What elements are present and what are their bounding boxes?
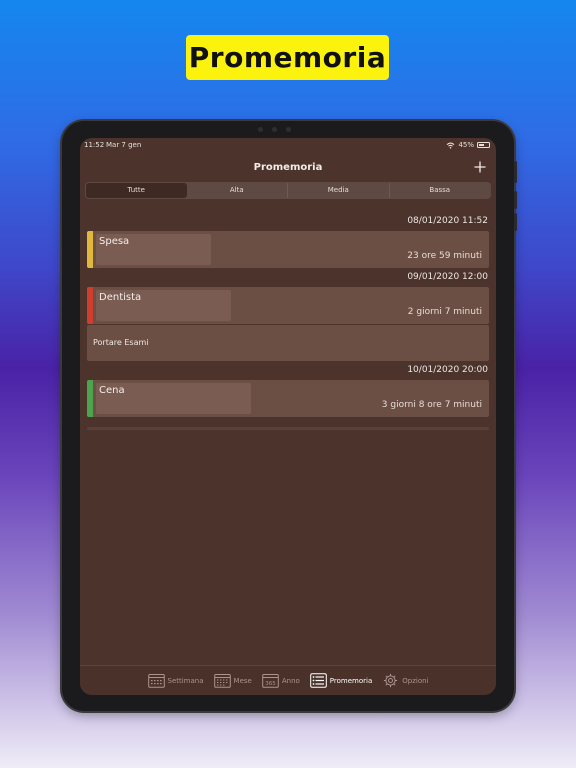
calendar-365-icon: 365 [262, 674, 279, 688]
tab-label: Opzioni [402, 676, 429, 685]
reminder-remaining-time: 2 giorni 7 minuti [407, 307, 482, 317]
status-time: 11:52 [84, 141, 105, 149]
reminder-note[interactable]: Portare Esami [87, 325, 489, 361]
reminder-remaining-time: 3 giorni 8 ore 7 minuti [381, 400, 482, 410]
tab-label: Settimana [167, 676, 204, 685]
reminder-card-cena[interactable]: Cena 3 giorni 8 ore 7 minuti [87, 380, 489, 417]
filter-high[interactable]: Alta [187, 183, 288, 198]
battery-icon [477, 142, 490, 148]
tab-opzioni[interactable]: Opzioni [382, 673, 429, 688]
add-reminder-button[interactable] [474, 157, 486, 178]
power-button [514, 161, 517, 183]
reminder-remaining-time: 23 ore 59 minuti [407, 251, 482, 261]
priority-indicator [87, 231, 93, 268]
page-title: Promemoria [253, 162, 323, 173]
reminder-card-spesa[interactable]: Spesa 23 ore 59 minuti [87, 231, 489, 268]
banner-title: Promemoria [188, 41, 387, 74]
calendar-month-icon [213, 674, 231, 688]
wifi-icon [447, 142, 455, 149]
reminder-card-dentista[interactable]: Dentista 2 giorni 7 minuti [87, 287, 489, 324]
filter-medium[interactable]: Media [288, 183, 390, 198]
status-date: Mar 7 gen [106, 141, 142, 149]
volume-up-button [514, 191, 517, 209]
reminder-list: 08/01/2020 11:52 Spesa 23 ore 59 minuti … [80, 212, 496, 430]
gear-icon [384, 673, 398, 688]
priority-indicator [87, 287, 93, 324]
tab-bar: Settimana Mese 365 Anno Promemoria Opzio… [80, 665, 496, 695]
tab-label: Promemoria [329, 676, 373, 685]
filter-all[interactable]: Tutte [86, 183, 187, 198]
reminder-date: 09/01/2020 12:00 [407, 272, 488, 282]
tab-label: Mese [233, 676, 252, 685]
tab-mese[interactable]: Mese [213, 673, 252, 688]
tab-settimana[interactable]: Settimana [147, 673, 204, 688]
camera-dot-center [272, 127, 277, 132]
reminder-date: 10/01/2020 20:00 [407, 365, 488, 375]
reminder-title: Cena [99, 385, 125, 396]
status-indicators: 45% [446, 141, 490, 149]
list-end-divider [87, 427, 489, 430]
status-bar: 11:52 Mar 7 gen 45% [80, 138, 496, 152]
list-icon [309, 673, 327, 688]
battery-percent: 45% [458, 141, 474, 149]
app-screen: 11:52 Mar 7 gen 45% Promemoria Tutte Alt… [80, 138, 496, 695]
reminder-title: Dentista [99, 292, 142, 303]
reminder-title: Spesa [99, 236, 130, 247]
camera-dot-right [286, 127, 291, 132]
tab-promemoria[interactable]: Promemoria [309, 673, 373, 688]
priority-filter: Tutte Alta Media Bassa [85, 182, 491, 199]
calendar-week-icon [147, 674, 165, 688]
plus-icon [474, 161, 486, 173]
tablet-device-frame: 11:52 Mar 7 gen 45% Promemoria Tutte Alt… [62, 121, 517, 711]
filter-low[interactable]: Bassa [390, 183, 491, 198]
app-title-banner: Promemoria [186, 35, 389, 80]
tab-label: Anno [281, 676, 300, 685]
reminder-date: 08/01/2020 11:52 [407, 216, 488, 226]
icon-365-text: 365 [265, 681, 276, 687]
volume-down-button [514, 213, 517, 231]
priority-indicator [87, 380, 93, 417]
tab-anno[interactable]: 365 Anno [262, 673, 300, 688]
navigation-bar: Promemoria [80, 156, 496, 182]
camera-dot-left [258, 127, 263, 132]
